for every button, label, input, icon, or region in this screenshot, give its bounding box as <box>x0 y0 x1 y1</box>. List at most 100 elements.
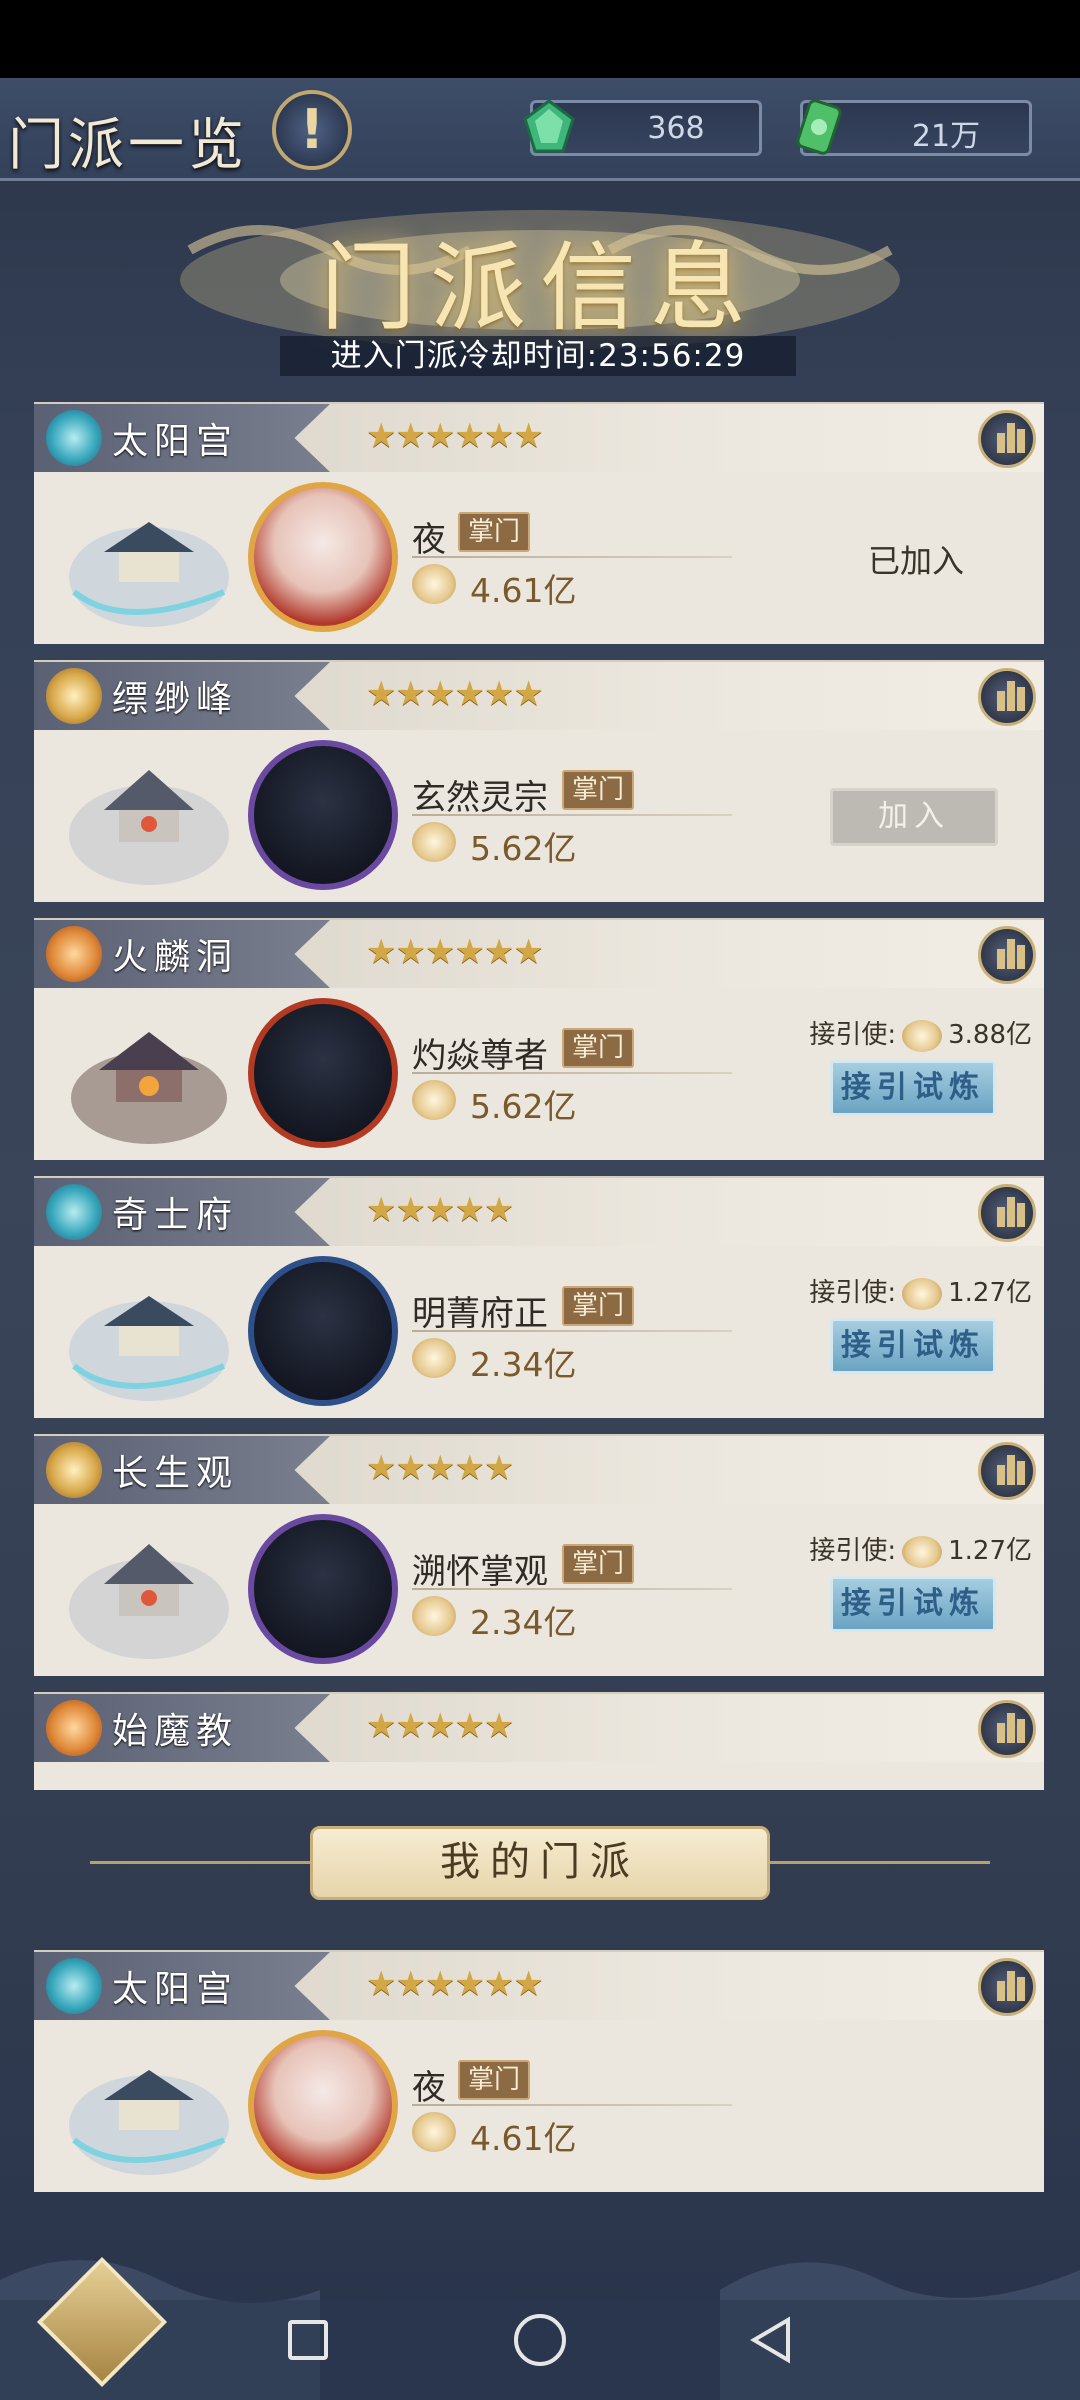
role-badge: 掌门 <box>458 512 531 552</box>
sect-card[interactable]: 火麟洞 ★★★★★★ 灼焱尊者 掌门 5.62亿 接引使: 3.88亿 接引试炼 <box>34 918 1044 1160</box>
envoy-label: 接引使: <box>809 1278 897 1308</box>
back-icon[interactable] <box>748 2316 792 2364</box>
envoy-power: 1.27亿 <box>948 1278 1032 1308</box>
info-button[interactable]: ! <box>272 90 352 170</box>
sect-card[interactable]: 奇士府 ★★★★★ 明菁府正 掌门 2.34亿 接引使: 1.27亿 接引试炼 <box>34 1176 1044 1418</box>
power-value: 5.62亿 <box>470 1087 577 1126</box>
envoy-trial-button[interactable]: 接引试炼 <box>830 1576 996 1632</box>
ranking-button[interactable] <box>978 410 1036 468</box>
star-rating: ★★★★★ <box>366 1706 514 1746</box>
sun-emblem-icon <box>46 410 102 466</box>
ranking-button[interactable] <box>978 668 1036 726</box>
power-value: 5.62亿 <box>470 829 577 868</box>
sect-card[interactable]: 长生观 ★★★★★ 溯怀掌观 掌门 2.34亿 接引使: 1.27亿 接引试炼 <box>34 1434 1044 1676</box>
star-rating: ★★★★★★ <box>366 674 544 714</box>
join-button[interactable]: 加入 <box>830 788 998 846</box>
sect-building-image <box>69 770 229 885</box>
status-bar <box>0 0 1080 78</box>
sect-name: 奇士府 <box>112 1195 239 1236</box>
power-icon <box>902 1019 943 1052</box>
leader-avatar[interactable] <box>248 482 398 632</box>
leader-name: 夜 <box>412 2068 446 2108</box>
power-icon <box>412 1080 456 1120</box>
sect-card[interactable]: 太阳宫 ★★★★★★ 夜 掌门 4.61亿 已加入 <box>34 402 1044 644</box>
cooldown-timer: 进入门派冷却时间:23:56:29 <box>280 336 796 376</box>
leader-avatar[interactable] <box>248 740 398 890</box>
envoy-trial-button[interactable]: 接引试炼 <box>830 1318 996 1374</box>
leader-name: 灼焱尊者 <box>412 1036 548 1076</box>
envoy-info: 接引使: 3.88亿 <box>809 1014 1032 1052</box>
power-icon <box>412 1596 456 1636</box>
ranking-button[interactable] <box>978 1184 1036 1242</box>
sect-name: 始魔教 <box>112 1711 239 1752</box>
role-badge: 掌门 <box>458 2060 531 2100</box>
leader-name: 溯怀掌观 <box>412 1552 548 1592</box>
sect-name: 长生观 <box>112 1453 239 1494</box>
power-value: 4.61亿 <box>470 2119 577 2158</box>
currency-token[interactable]: 21万 <box>796 99 1032 156</box>
sect-building-image <box>71 1032 227 1144</box>
token-count: 21万 <box>911 119 981 154</box>
envoy-info: 接引使: 1.27亿 <box>809 1530 1032 1568</box>
sect-building-image <box>69 2070 229 2175</box>
envoy-power: 1.27亿 <box>948 1536 1032 1566</box>
sect-name: 太阳宫 <box>112 1969 239 2010</box>
power-icon <box>412 1338 456 1378</box>
ranking-button[interactable] <box>978 926 1036 984</box>
my-sect-card[interactable]: 太阳宫 ★★★★★★ 夜 掌门 4.61亿 <box>34 1950 1044 2192</box>
sun-emblem-icon <box>46 1184 102 1240</box>
leader-avatar[interactable] <box>248 998 398 1148</box>
page-title: 门派一览 <box>8 113 248 178</box>
power-value: 2.34亿 <box>470 1603 577 1642</box>
ranking-button[interactable] <box>978 1442 1036 1500</box>
divider-right <box>770 1861 990 1864</box>
sect-card[interactable]: 始魔教 ★★★★★ <box>34 1692 1044 1790</box>
leader-avatar[interactable] <box>248 2030 398 2180</box>
star-rating: ★★★★★★ <box>366 1964 544 2004</box>
ranking-button[interactable] <box>978 1958 1036 2016</box>
role-badge: 掌门 <box>562 1286 635 1326</box>
envoy-info: 接引使: 1.27亿 <box>809 1272 1032 1310</box>
jade-token-icon <box>796 99 842 155</box>
sect-name: 火麟洞 <box>112 937 239 978</box>
sect-building-image <box>69 522 229 627</box>
envoy-trial-button[interactable]: 接引试炼 <box>830 1060 996 1116</box>
my-sect-label: 我的门派 <box>310 1826 770 1900</box>
leader-name: 玄然灵宗 <box>412 778 548 818</box>
envoy-label: 接引使: <box>809 1020 897 1050</box>
power-value: 2.34亿 <box>470 1345 577 1384</box>
divider-left <box>90 1861 310 1864</box>
recent-apps-icon[interactable] <box>288 2320 328 2360</box>
sect-name: 太阳宫 <box>112 421 239 462</box>
power-icon <box>412 2112 456 2152</box>
sect-building-image <box>69 1544 229 1659</box>
sun-emblem-icon <box>46 1958 102 2014</box>
star-rating: ★★★★★★ <box>366 416 544 456</box>
star-rating: ★★★★★ <box>366 1190 514 1230</box>
sect-name: 缥缈峰 <box>112 679 239 720</box>
ranking-button[interactable] <box>978 1700 1036 1758</box>
home-icon[interactable] <box>514 2314 566 2366</box>
star-rating: ★★★★★★ <box>366 932 544 972</box>
leader-name: 夜 <box>412 520 446 560</box>
star-rating: ★★★★★ <box>366 1448 514 1488</box>
sect-info-title: 门派信息 <box>320 232 760 344</box>
currency-jade[interactable]: 368 <box>523 99 762 156</box>
leader-avatar[interactable] <box>248 1514 398 1664</box>
sect-card[interactable]: 缥缈峰 ★★★★★★ 玄然灵宗 掌门 5.62亿 加入 <box>34 660 1044 902</box>
role-badge: 掌门 <box>562 770 635 810</box>
power-icon <box>412 822 456 862</box>
power-icon <box>902 1535 943 1568</box>
power-value: 4.61亿 <box>470 571 577 610</box>
fire-emblem-icon <box>46 926 102 982</box>
green-jade-icon <box>523 99 575 153</box>
sect-building-image <box>69 1296 229 1401</box>
lotus-emblem-icon <box>46 1442 102 1498</box>
leader-avatar[interactable] <box>248 1256 398 1406</box>
power-icon <box>412 564 456 604</box>
fire-emblem-icon <box>46 1700 102 1756</box>
power-icon <box>902 1277 943 1310</box>
joined-status: 已加入 <box>867 542 964 580</box>
jade-count: 368 <box>647 111 705 146</box>
role-badge: 掌门 <box>562 1544 635 1584</box>
